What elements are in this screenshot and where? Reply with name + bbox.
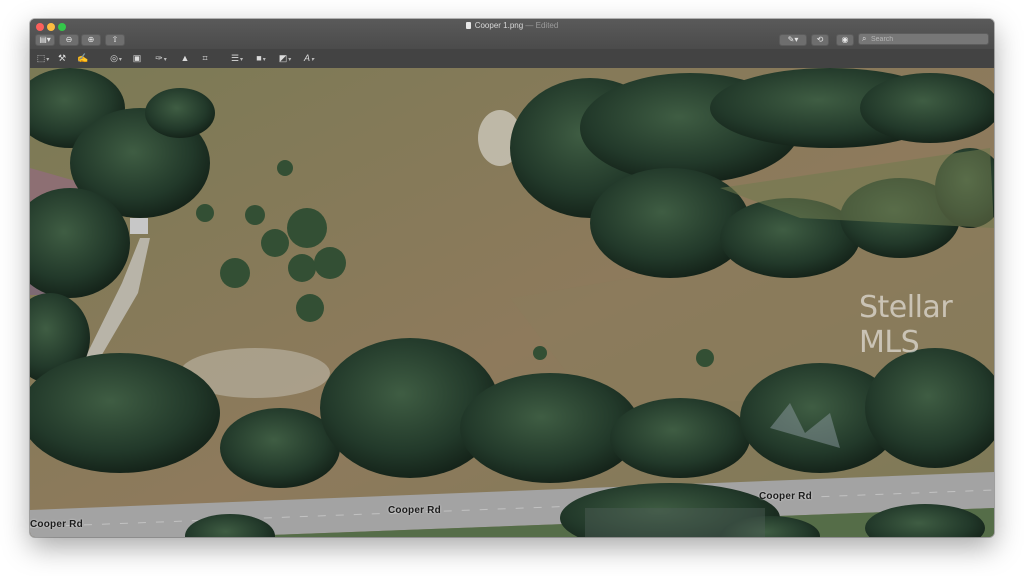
sign-icon[interactable]: ✑▾ <box>151 52 171 64</box>
share-button[interactable]: ⇧ <box>105 34 125 46</box>
rect-select-icon[interactable]: ⬚▾ <box>35 52 51 64</box>
adjust-color-icon[interactable]: ▲ <box>179 52 191 64</box>
image-canvas[interactable]: Cooper Rd Cooper Rd Cooper Rd Stellar ML… <box>30 68 994 537</box>
zoom-in-button[interactable]: ⊕ <box>81 34 101 46</box>
annotate-icon: ◉ <box>841 35 849 44</box>
watermark: Stellar MLS <box>859 290 953 360</box>
search-icon: ⌕ <box>862 34 867 43</box>
sidebar-button[interactable]: ▤▾ <box>35 34 55 46</box>
rotate-button[interactable]: ⟲ <box>811 34 829 46</box>
search-input[interactable] <box>871 34 983 44</box>
crop-icon[interactable]: ⌗ <box>199 52 211 64</box>
zoom-in-icon: ⊕ <box>87 35 95 44</box>
fill-color-icon[interactable]: ◩▾ <box>276 52 294 64</box>
road-label-center: Cooper Rd <box>388 505 441 516</box>
window-title: Cooper 1.png — Edited <box>30 21 994 30</box>
sidebar-icon: ▤▾ <box>39 35 51 44</box>
markup-toolbar: ⬚▾ ⚒ ✍ ◎▾ ▣ ✑▾ ▲ ⌗ ☰▾ ■▾ ◩▾ A▾ <box>30 49 994 69</box>
title-bar[interactable]: Cooper 1.png — Edited ▤▾ ⊖ ⊕ ⇧ ✎▾ ⟲ ◉ ⌕ <box>30 19 994 49</box>
text-icon[interactable]: ▣ <box>131 52 143 64</box>
preview-window: Cooper 1.png — Edited ▤▾ ⊖ ⊕ ⇧ ✎▾ ⟲ ◉ ⌕ <box>30 19 994 537</box>
sketch-icon[interactable]: ✍ <box>77 52 88 64</box>
share-icon: ⇧ <box>111 35 119 44</box>
rotate-icon: ⟲ <box>816 35 824 44</box>
aerial-photo <box>30 68 994 537</box>
road-label-left: Cooper Rd <box>30 519 83 530</box>
text-style-icon[interactable]: A▾ <box>300 52 318 64</box>
road-label-right: Cooper Rd <box>759 491 812 502</box>
shapes-icon[interactable]: ◎▾ <box>107 52 125 64</box>
line-style-icon[interactable]: ☰▾ <box>228 52 246 64</box>
annotate-button[interactable]: ◉ <box>836 34 854 46</box>
instant-alpha-icon[interactable]: ⚒ <box>57 52 67 64</box>
zoom-out-icon: ⊖ <box>65 35 73 44</box>
markup-toolbar-button[interactable]: ✎▾ <box>779 34 807 46</box>
edited-status: — Edited <box>525 21 559 30</box>
markup-pen-icon: ✎▾ <box>787 35 799 44</box>
document-icon <box>465 22 471 29</box>
border-color-icon[interactable]: ■▾ <box>252 52 270 64</box>
window-title-text: Cooper 1.png <box>474 21 524 30</box>
zoom-out-button[interactable]: ⊖ <box>59 34 79 46</box>
search-field[interactable]: ⌕ <box>858 33 989 45</box>
